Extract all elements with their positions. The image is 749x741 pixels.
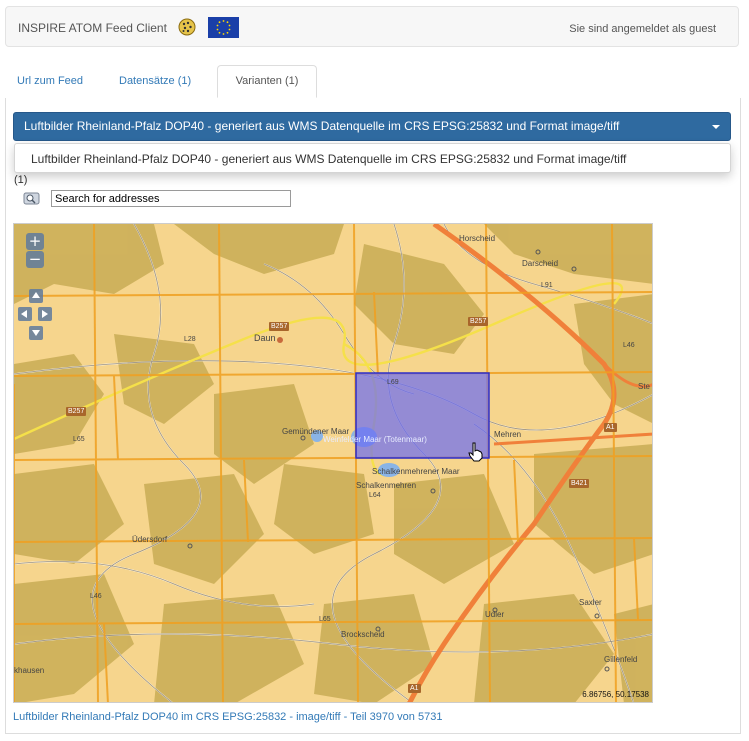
tab-varianten[interactable]: Varianten (1) (217, 65, 317, 98)
map-view[interactable]: Horscheid Darscheid Daun Gemündener Maar… (13, 223, 653, 703)
road-label: L69 (387, 379, 399, 386)
tab-bar: Url zum Feed Datensätze (1) Varianten (1… (5, 65, 741, 99)
road-label: L65 (319, 616, 331, 623)
map-canvas (14, 224, 652, 702)
login-status: Sie sind angemeldet als guest (569, 23, 716, 35)
road-label: A1 (604, 423, 617, 432)
geocoder-search-icon[interactable] (23, 190, 41, 207)
eu-flag-icon (208, 17, 239, 38)
pan-up-button[interactable] (29, 289, 43, 303)
hand-cursor-icon (468, 442, 483, 462)
tab-url-zum-feed[interactable]: Url zum Feed (7, 65, 93, 97)
variant-dropdown-menu: Luftbilder Rheinland-Pfalz DOP40 - gener… (14, 143, 731, 173)
place-label: Weinfelder Maar (Totenmaar) (323, 435, 427, 444)
variant-select-value: Luftbilder Rheinland-Pfalz DOP40 - gener… (24, 119, 620, 133)
app-title: INSPIRE ATOM Feed Client (18, 21, 167, 35)
road-label: L46 (90, 593, 102, 600)
caret-down-icon (712, 125, 720, 129)
road-label: B257 (66, 407, 87, 416)
place-label: Saxler (579, 598, 602, 607)
arrow-down-icon (32, 330, 40, 336)
variant-option[interactable]: Luftbilder Rheinland-Pfalz DOP40 - gener… (31, 152, 626, 166)
road-label: A1 (408, 684, 421, 693)
road-label: L46 (623, 342, 635, 349)
pan-down-button[interactable] (29, 326, 43, 340)
app-header: INSPIRE ATOM Feed Client Sie sind angeme… (5, 6, 739, 47)
place-label: Schalkenmehren (356, 481, 417, 490)
place-label: Ste (638, 382, 651, 391)
pan-left-button[interactable] (18, 307, 32, 321)
road-label: L91 (541, 282, 553, 289)
place-label: Darscheid (522, 259, 559, 268)
place-label: Brockscheid (341, 630, 385, 639)
tab-datensaetze[interactable]: Datensätze (1) (109, 65, 201, 97)
place-label: Schalkenmehrener Maar (372, 467, 460, 476)
place-label: Horscheid (459, 234, 496, 243)
place-label: Üdersdorf (132, 535, 168, 544)
road-label: B421 (569, 479, 590, 488)
place-label: Udler (485, 610, 505, 619)
arrow-right-icon (42, 310, 48, 318)
address-search-input[interactable] (51, 190, 291, 207)
zoom-in-button[interactable]: + (26, 233, 44, 250)
zoom-out-button[interactable]: − (26, 251, 44, 268)
inspire-logo-icon (178, 18, 196, 36)
road-label: B257 (269, 322, 290, 331)
place-label: khausen (14, 666, 45, 675)
place-label: Mehren (494, 430, 522, 439)
road-label: L64 (369, 492, 381, 499)
road-label: L28 (184, 336, 196, 343)
road-label: B257 (468, 317, 489, 326)
mouse-coordinates: 6.86756, 50.17538 (582, 690, 649, 699)
arrow-left-icon (21, 310, 27, 318)
tile-info-link[interactable]: Luftbilder Rheinland-Pfalz DOP40 im CRS … (13, 711, 442, 723)
place-label: Gillenfeld (604, 655, 638, 664)
place-label: Daun (254, 333, 276, 343)
variant-select[interactable]: Luftbilder Rheinland-Pfalz DOP40 - gener… (13, 112, 731, 141)
pan-right-button[interactable] (38, 307, 52, 321)
road-label: L65 (73, 436, 85, 443)
arrow-up-icon (32, 292, 40, 298)
hidden-count-text: (1) (14, 174, 28, 186)
